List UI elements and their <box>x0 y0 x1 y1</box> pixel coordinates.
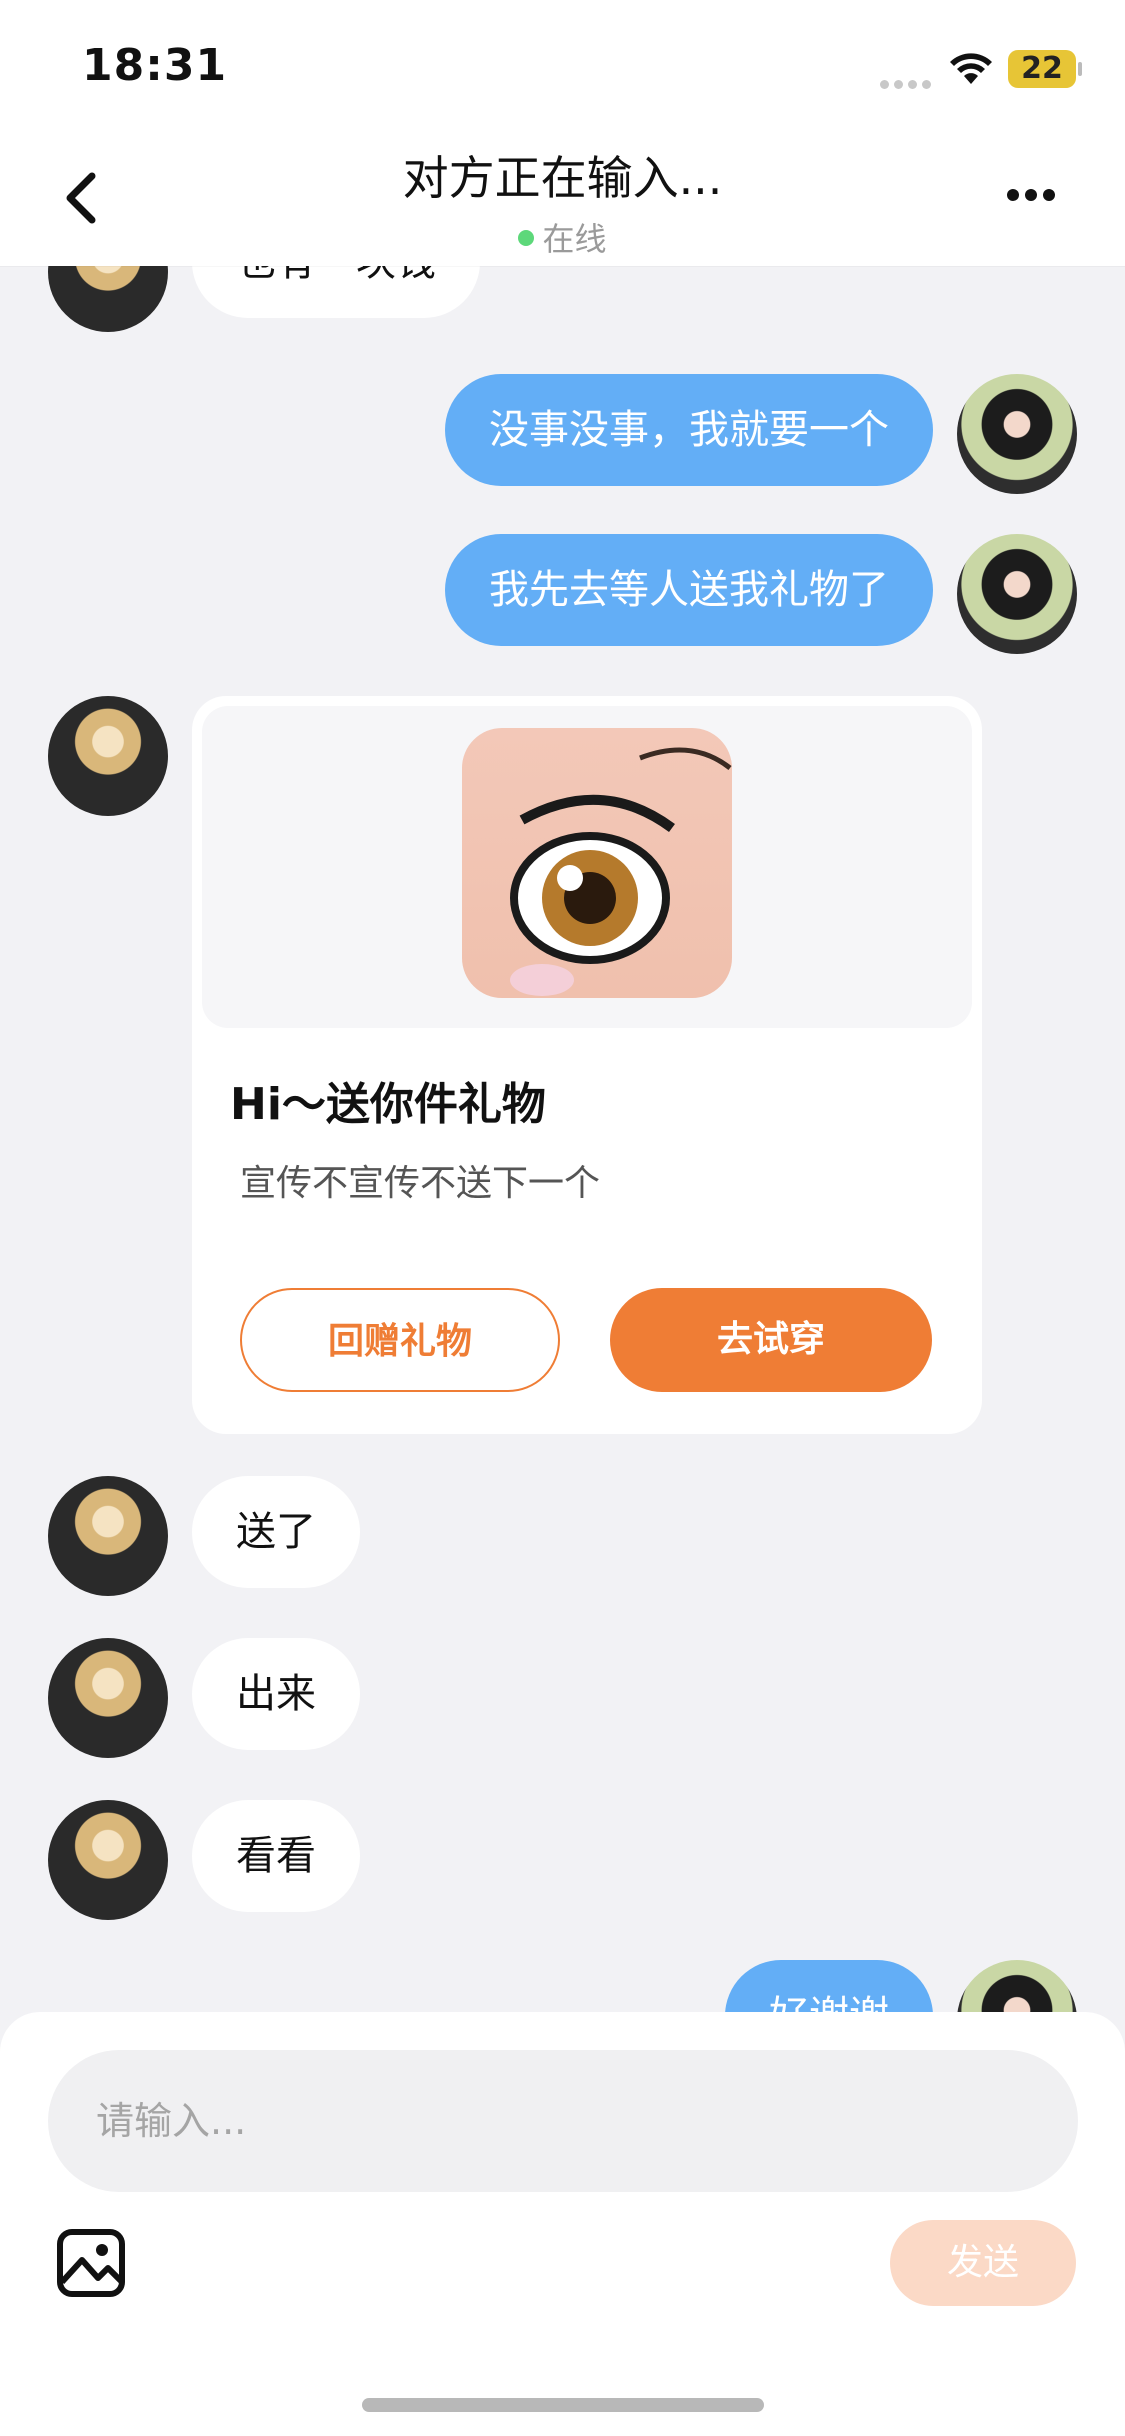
chat-title: 对方正在输入... <box>402 151 723 205</box>
wifi-icon <box>950 53 992 84</box>
online-status-label: 在线 <box>542 220 607 258</box>
gift-card[interactable]: Hi～送你件礼物 宣传不宣传不送下一个 回赠礼物 去试穿 <box>192 696 982 1434</box>
gift-title: Hi～送你件礼物 <box>230 1079 546 1130</box>
contact-avatar[interactable] <box>48 1638 168 1758</box>
message-bubble-incoming[interactable]: 送了 <box>192 1476 360 1588</box>
return-gift-button[interactable]: 回赠礼物 <box>240 1288 560 1392</box>
status-bar: 18:31 22 <box>0 0 1125 130</box>
chat-header: 对方正在输入... 在线 <box>0 130 1125 266</box>
home-indicator[interactable] <box>362 2398 764 2412</box>
try-on-button[interactable]: 去试穿 <box>610 1288 932 1392</box>
message-bubble-incoming[interactable]: 看看 <box>192 1800 360 1912</box>
online-dot-icon <box>518 230 535 246</box>
status-time: 18:31 <box>82 40 228 91</box>
online-status: 在线 <box>0 214 1125 260</box>
more-dots-icon[interactable] <box>1007 186 1067 206</box>
input-panel: 发送 <box>0 2012 1125 2436</box>
message-bubble-outgoing[interactable]: 没事没事，我就要一个 <box>445 374 933 486</box>
gift-image[interactable] <box>462 728 732 998</box>
contact-avatar[interactable] <box>48 1800 168 1920</box>
cellular-signal-icon <box>880 74 936 93</box>
gift-subtitle: 宣传不宣传不送下一个 <box>240 1163 601 1204</box>
send-button[interactable]: 发送 <box>890 2220 1076 2306</box>
anime-eye-image <box>510 747 732 996</box>
message-bubble-outgoing[interactable]: 好谢谢 <box>725 1960 933 2012</box>
message-bubble-incoming[interactable]: 出来 <box>192 1638 360 1750</box>
battery-indicator: 22 <box>1008 50 1082 88</box>
gift-banner <box>202 706 972 1028</box>
my-avatar[interactable] <box>957 1960 1077 2012</box>
message-bubble-outgoing[interactable]: 我先去等人送我礼物了 <box>445 534 933 646</box>
contact-avatar[interactable] <box>48 696 168 816</box>
my-avatar[interactable] <box>957 374 1077 494</box>
image-icon[interactable] <box>56 2228 126 2298</box>
message-bubble-incoming[interactable]: 也有一块钱 <box>192 266 480 318</box>
my-avatar[interactable] <box>957 534 1077 654</box>
message-input[interactable] <box>48 2050 1078 2192</box>
contact-avatar[interactable] <box>48 266 168 332</box>
contact-avatar[interactable] <box>48 1476 168 1596</box>
message-list[interactable]: 也有一块钱 没事没事，我就要一个 我先去等人送我礼物了 Hi～送你件礼物 宣传不… <box>0 266 1125 2012</box>
